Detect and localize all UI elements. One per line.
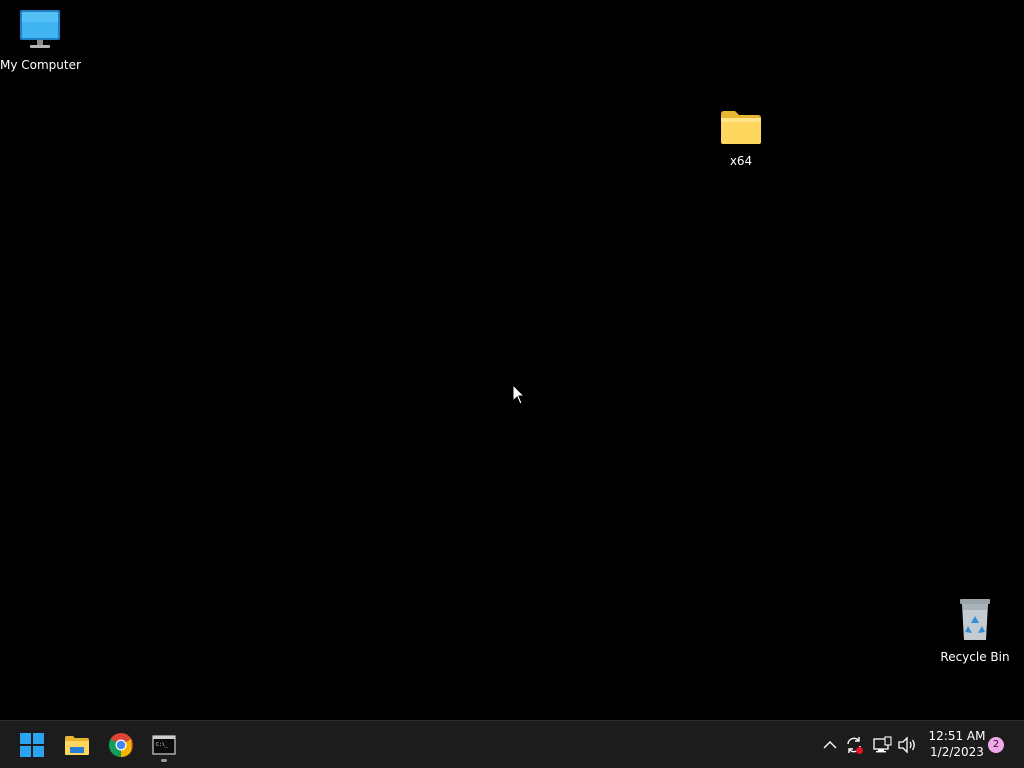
desktop-icon-my-computer[interactable]: My Computer — [0, 8, 81, 72]
desktop-icon-x64-folder[interactable]: x64 — [701, 108, 781, 168]
network-icon — [873, 736, 892, 753]
start-button[interactable] — [12, 725, 52, 765]
folder-icon — [701, 108, 781, 150]
network-status-button[interactable] — [870, 733, 894, 757]
running-indicator — [161, 759, 167, 762]
file-explorer-taskbar-button[interactable] — [57, 725, 97, 765]
monitor-icon — [0, 8, 80, 54]
recycle-bin-icon — [935, 596, 1015, 646]
chrome-taskbar-button[interactable] — [101, 725, 141, 765]
windows-logo-icon — [20, 733, 44, 757]
terminal-taskbar-button[interactable]: C:\_ — [144, 725, 184, 765]
desktop[interactable]: My Computer x64 Recycle Bin — [0, 0, 1024, 720]
terminal-icon: C:\_ — [152, 735, 176, 755]
notification-badge[interactable]: 2 — [988, 737, 1004, 753]
svg-text:C:\_: C:\_ — [156, 742, 169, 748]
desktop-icon-recycle-bin[interactable]: Recycle Bin — [935, 596, 1015, 664]
chevron-up-icon — [823, 741, 837, 749]
volume-icon — [898, 736, 915, 754]
clock[interactable]: 12:51 AM 1/2/2023 — [926, 728, 988, 760]
sync-icon — [847, 737, 863, 754]
volume-button[interactable] — [895, 733, 919, 757]
chrome-icon — [108, 733, 133, 757]
taskbar: C:\_ 12:51 AM 1/2/2023 2 — [0, 720, 1024, 768]
folder-icon — [65, 736, 89, 755]
desktop-icon-label: Recycle Bin — [940, 650, 1010, 664]
sync-status-button[interactable] — [842, 733, 866, 757]
show-hidden-icons-button[interactable] — [818, 733, 842, 757]
clock-time: 12:51 AM — [928, 729, 986, 743]
desktop-icon-label: My Computer — [0, 58, 81, 72]
clock-date: 1/2/2023 — [930, 745, 984, 759]
mouse-pointer-icon — [512, 384, 526, 405]
desktop-icon-label: x64 — [729, 154, 753, 168]
